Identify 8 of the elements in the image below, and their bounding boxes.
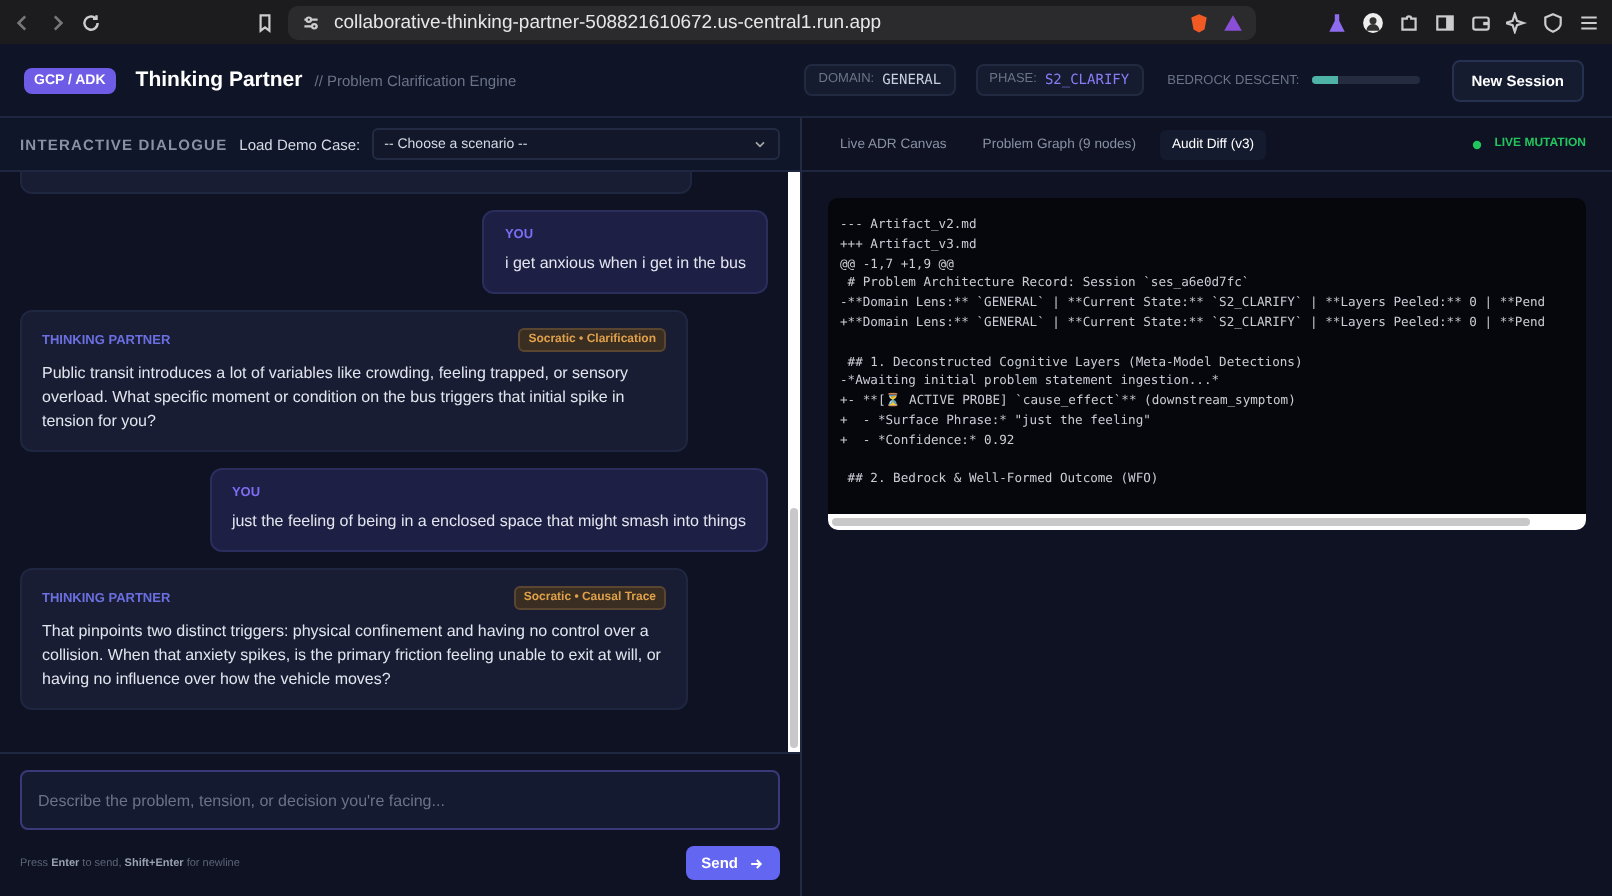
message-input[interactable]: Describe the problem, tension, or decision you're facing... [20,770,780,830]
message-text: Public transit introduces a lot of variables like crowding, feeling trapped, or sensory overload. What specific moment or condition on the bus triggers that initial spike in tension for you? [42,362,631,434]
app-title: Thinking Partner [135,68,303,92]
message-text: i get anxious when i get in the bus [504,252,746,276]
message-text: just the feeling of being in a enclosed space that might smash into things [231,510,746,534]
message-text: That pinpoints two distinct triggers: physical confinement and having no control over a collision. When that anxiety spikes, is the primary friction feeling unable to exit at will, or having no influence over how the vehicle moves? [42,620,663,692]
url-text: collaborative-thinking-partner-508821610672.us-central1.run.app [334,11,884,33]
address-bar[interactable]: collaborative-thinking-partner-508821610672.us-central1.run.app [288,5,1256,39]
